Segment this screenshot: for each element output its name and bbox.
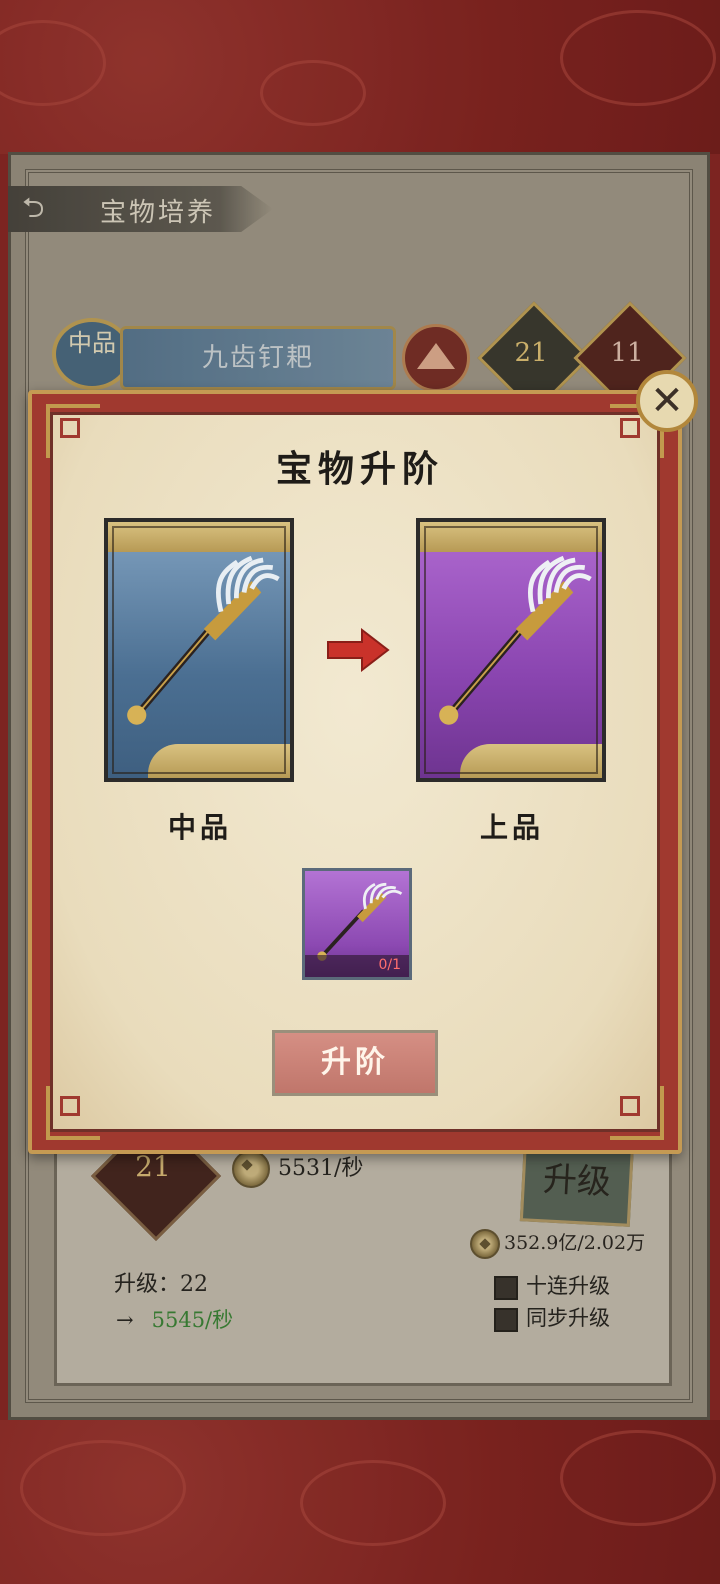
arrow-right-icon [327,628,390,672]
close-button[interactable]: ✕ [636,370,698,432]
advance-button[interactable]: 升阶 [272,1030,438,1096]
rake-icon [439,555,592,725]
corner-ornament [46,1086,100,1140]
material-count: 0/1 [378,957,401,973]
next-grade-card [416,518,606,782]
next-grade-label: 上品 [479,811,544,844]
dialog-title: 宝物升阶 [275,448,444,490]
current-grade-card [104,518,294,782]
rake-icon [127,555,280,725]
corner-ornament [610,1086,664,1140]
current-grade-label: 中品 [167,811,232,844]
material-slot[interactable]: 0/1 [302,868,412,980]
